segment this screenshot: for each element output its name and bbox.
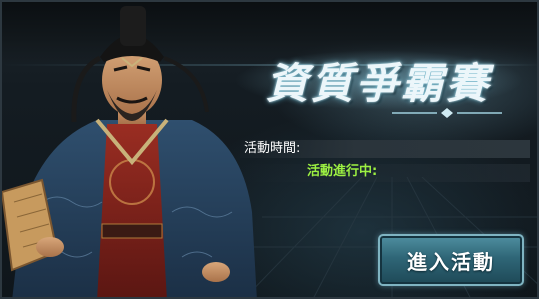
event-title: 資質爭霸賽: [266, 59, 492, 108]
title-ornament-icon: [392, 108, 502, 118]
general-character-portrait: [2, 6, 257, 297]
event-status-label: 活動進行中:: [307, 164, 378, 179]
event-title-area: 資質爭霸賽: [234, 42, 524, 118]
enter-event-button[interactable]: 進入活動: [378, 234, 524, 286]
event-panel: 資質爭霸賽 活動時間: 活動進行中: 進入活動: [0, 0, 539, 299]
event-status-row: [240, 164, 530, 182]
enter-event-button-label: 進入活動: [407, 249, 495, 274]
